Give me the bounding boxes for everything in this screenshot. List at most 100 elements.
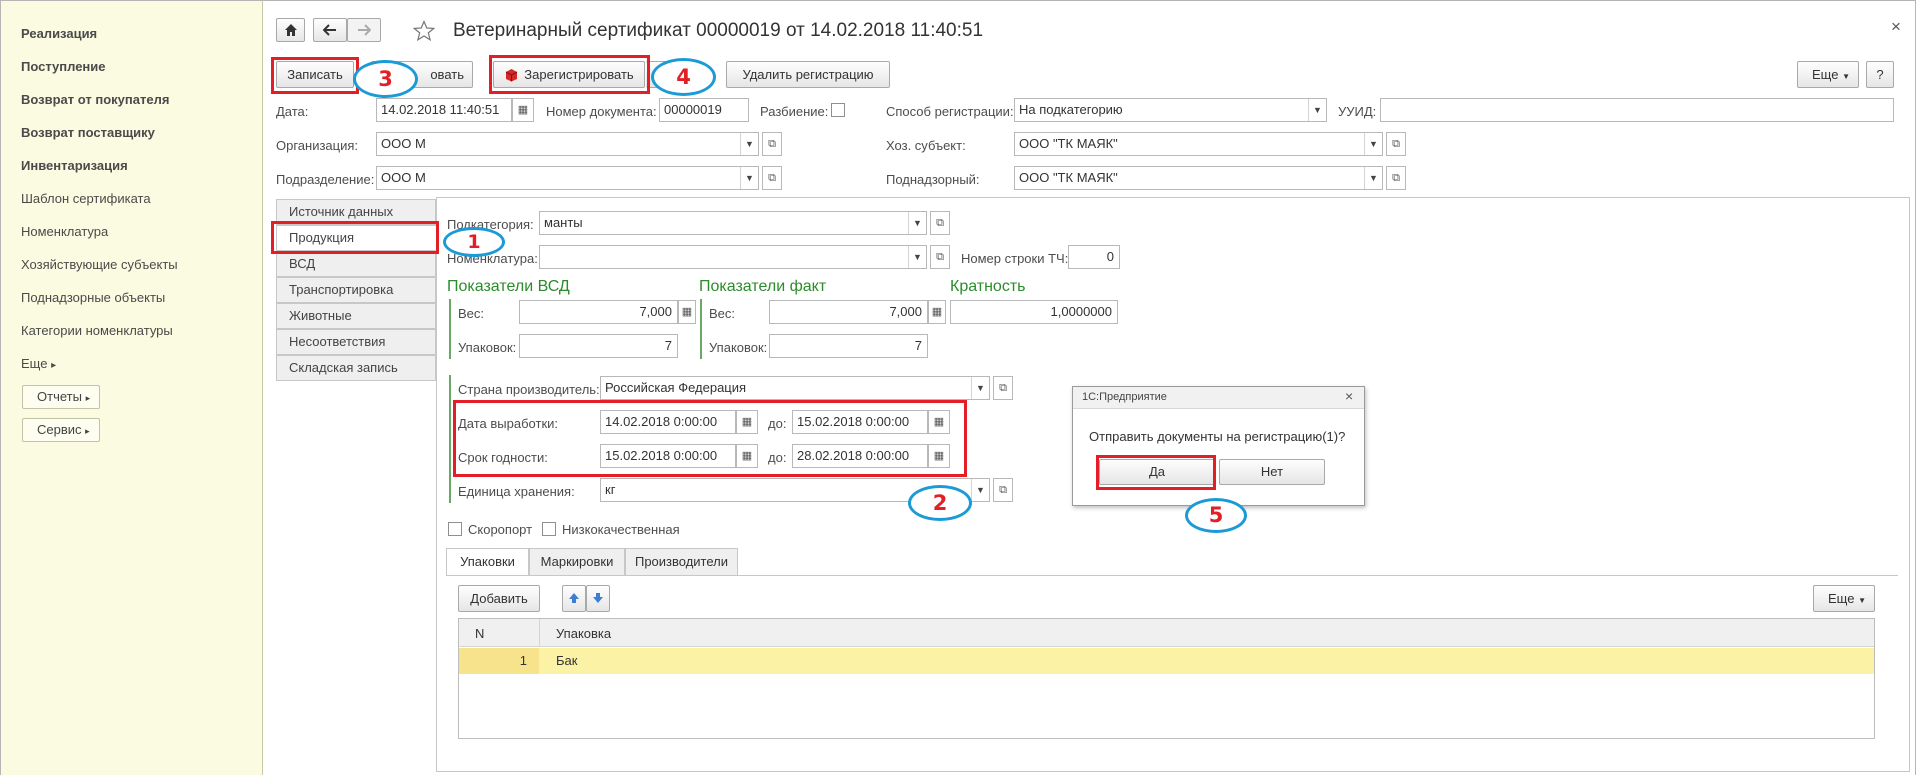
- arrow-up-icon: [569, 593, 579, 603]
- step-marker-1: 1: [443, 227, 505, 257]
- chevron-down-icon[interactable]: ▼: [1308, 99, 1326, 121]
- sidebar-item-nomenclature-categories[interactable]: Категории номенклатуры: [21, 323, 173, 338]
- more-button[interactable]: Еще ▼: [1797, 61, 1859, 88]
- calendar-icon[interactable]: ▦: [512, 98, 534, 122]
- chevron-down-icon[interactable]: ▼: [971, 377, 989, 399]
- close-icon[interactable]: ×: [1891, 17, 1901, 37]
- sidebar-item-receipt[interactable]: Поступление: [21, 59, 106, 74]
- column-n: N: [475, 626, 485, 641]
- chevron-down-icon[interactable]: ▼: [971, 479, 989, 501]
- sidebar-item-supplier-return[interactable]: Возврат поставщику: [21, 125, 155, 140]
- department-select[interactable]: ООО М ▼: [376, 166, 759, 190]
- table-more-button[interactable]: Еще ▼: [1813, 585, 1875, 612]
- table-more-label: Еще: [1828, 591, 1855, 606]
- document-form: Ветеринарный сертификат 00000019 от 14.0…: [263, 1, 1915, 775]
- nomenclature-select[interactable]: ▼: [539, 245, 927, 269]
- open-icon[interactable]: ⧉: [993, 478, 1013, 502]
- date-field[interactable]: 14.02.2018 11:40:51: [376, 98, 512, 122]
- more-label: Еще: [1812, 67, 1839, 82]
- step-marker-3: 3: [353, 60, 418, 98]
- doc-number-field[interactable]: 00000019: [659, 98, 749, 122]
- chevron-down-icon[interactable]: ▼: [1364, 133, 1382, 155]
- open-icon[interactable]: ⧉: [930, 211, 950, 235]
- sidebar-item-supervised-objects[interactable]: Поднадзорные объекты: [21, 290, 165, 305]
- service-button[interactable]: Сервис ▸: [22, 418, 100, 442]
- calculator-icon[interactable]: ▦: [678, 300, 696, 324]
- help-button[interactable]: ?: [1866, 61, 1894, 88]
- storage-unit-label: Единица хранения:: [458, 484, 575, 499]
- table-row[interactable]: 1 Бак: [459, 648, 1874, 674]
- reports-button[interactable]: Отчеты ▸: [22, 385, 100, 409]
- add-button[interactable]: Добавить: [458, 585, 540, 612]
- open-icon[interactable]: ⧉: [762, 166, 782, 190]
- multiplicity-field[interactable]: 1,0000000: [950, 300, 1118, 324]
- chevron-down-icon[interactable]: ▼: [908, 246, 926, 268]
- subtab-packages[interactable]: Упаковки: [446, 548, 529, 576]
- sidebar-item-certificate-template[interactable]: Шаблон сертификата: [21, 191, 151, 206]
- vsd-weight-field[interactable]: 7,000: [519, 300, 678, 324]
- uuid-field[interactable]: [1380, 98, 1894, 122]
- supervised-value: ООО "ТК МАЯК": [1019, 170, 1118, 185]
- supervised-select[interactable]: ООО "ТК МАЯК" ▼: [1014, 166, 1383, 190]
- chevron-down-icon: ▼: [1842, 72, 1850, 81]
- chevron-down-icon[interactable]: ▼: [908, 212, 926, 234]
- reg-method-select[interactable]: На подкатегорию ▼: [1014, 98, 1327, 122]
- move-up-button[interactable]: [562, 585, 586, 612]
- app-window: Реализация Поступление Возврат от покупа…: [0, 0, 1916, 775]
- fact-packages-label: Упаковок:: [709, 340, 768, 355]
- country-select[interactable]: Российская Федерация ▼: [600, 376, 990, 400]
- vsd-weight-label: Вес:: [458, 306, 485, 321]
- open-icon[interactable]: ⧉: [993, 376, 1013, 400]
- chevron-down-icon[interactable]: ▼: [740, 167, 758, 189]
- sidebar-item-nomenclature[interactable]: Номенклатура: [21, 224, 108, 239]
- highlight-register: [489, 55, 650, 94]
- sidebar-item-more[interactable]: Еще ▸: [21, 356, 56, 371]
- tab-vsd[interactable]: ВСД: [276, 251, 436, 277]
- sidebar-item-inventory[interactable]: Инвентаризация: [21, 158, 128, 173]
- sidebar-item-business-entities[interactable]: Хозяйствующие субъекты: [21, 257, 178, 272]
- subcategory-select[interactable]: манты ▼: [539, 211, 927, 235]
- forward-button[interactable]: [347, 18, 381, 42]
- tab-warehouse-record[interactable]: Складская запись: [276, 355, 436, 381]
- split-checkbox[interactable]: [831, 103, 845, 117]
- service-label: Сервис: [37, 422, 82, 437]
- tab-transport[interactable]: Транспортировка: [276, 277, 436, 303]
- subtab-markings[interactable]: Маркировки: [529, 548, 625, 576]
- fact-packages-field[interactable]: 7: [769, 334, 928, 358]
- sidebar-more-label: Еще: [21, 356, 48, 371]
- arrow-right-icon: [358, 24, 372, 36]
- low-quality-checkbox[interactable]: [542, 522, 556, 536]
- open-icon[interactable]: ⧉: [1386, 132, 1406, 156]
- home-button[interactable]: [276, 18, 305, 42]
- favorite-star-icon[interactable]: [413, 20, 435, 42]
- organization-select[interactable]: ООО М ▼: [376, 132, 759, 156]
- sidebar-item-sales[interactable]: Реализация: [21, 26, 97, 41]
- open-icon[interactable]: ⧉: [930, 245, 950, 269]
- highlight-dates: [453, 400, 967, 477]
- chevron-down-icon[interactable]: ▼: [1364, 167, 1382, 189]
- back-button[interactable]: [313, 18, 347, 42]
- close-icon[interactable]: ×: [1345, 388, 1353, 404]
- reports-label: Отчеты: [37, 389, 82, 404]
- arrow-left-icon: [322, 24, 336, 36]
- open-icon[interactable]: ⧉: [1386, 166, 1406, 190]
- row-number-field[interactable]: 0: [1068, 245, 1120, 269]
- row-number-label: Номер строки ТЧ:: [961, 251, 1069, 266]
- delete-registration-button[interactable]: Удалить регистрацию: [726, 61, 890, 88]
- reg-method-value: На подкатегорию: [1019, 102, 1123, 117]
- move-down-button[interactable]: [586, 585, 610, 612]
- tab-animals[interactable]: Животные: [276, 303, 436, 329]
- no-button[interactable]: Нет: [1219, 459, 1325, 485]
- calculator-icon[interactable]: ▦: [928, 300, 946, 324]
- sidebar-item-customer-return[interactable]: Возврат от покупателя: [21, 92, 169, 107]
- econ-subject-select[interactable]: ООО "ТК МАЯК" ▼: [1014, 132, 1383, 156]
- chevron-down-icon[interactable]: ▼: [740, 133, 758, 155]
- tab-nonconformities[interactable]: Несоответствия: [276, 329, 436, 355]
- subtab-manufacturers[interactable]: Производители: [625, 548, 738, 576]
- fact-weight-field[interactable]: 7,000: [769, 300, 928, 324]
- open-icon[interactable]: ⧉: [762, 132, 782, 156]
- storage-unit-value: кг: [605, 482, 616, 497]
- perishable-checkbox[interactable]: [448, 522, 462, 536]
- dialog-title: 1С:Предприятие: [1082, 391, 1167, 403]
- vsd-packages-field[interactable]: 7: [519, 334, 678, 358]
